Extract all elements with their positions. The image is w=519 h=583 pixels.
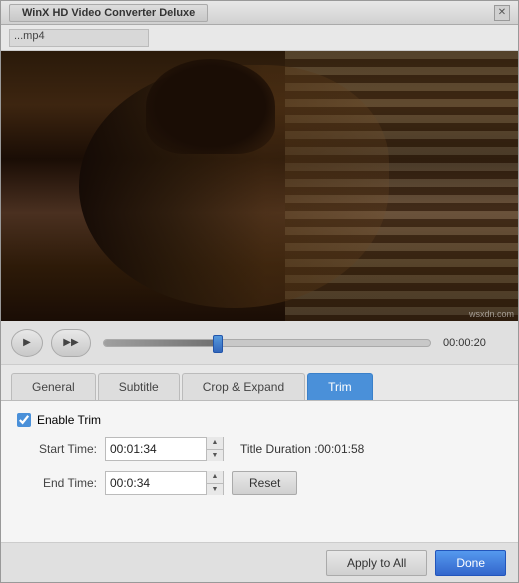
- tabs-bar: General Subtitle Crop & Expand Trim: [1, 365, 518, 401]
- title-duration-label: Title Duration :: [240, 442, 318, 456]
- seek-thumb[interactable]: [213, 335, 223, 353]
- content-area: Enable Trim Start Time: ▲ ▼ Title Durati…: [1, 401, 518, 542]
- start-time-label: Start Time:: [17, 442, 97, 456]
- enable-trim-label: Enable Trim: [37, 413, 101, 427]
- video-preview: wsxdn.com: [1, 51, 518, 321]
- start-time-input-wrapper[interactable]: ▲ ▼: [105, 437, 224, 461]
- bottom-bar: Apply to All Done: [1, 542, 518, 582]
- enable-trim-row: Enable Trim: [17, 413, 502, 427]
- main-window: WinX HD Video Converter Deluxe ✕ ...mp4 …: [0, 0, 519, 583]
- title-duration-text: Title Duration :00:01:58: [240, 442, 364, 456]
- fast-forward-button[interactable]: ▶▶: [51, 329, 91, 357]
- close-button[interactable]: ✕: [494, 5, 510, 21]
- start-time-input[interactable]: [106, 438, 206, 460]
- tab-general[interactable]: General: [11, 373, 96, 400]
- title-duration-value: 00:01:58: [318, 442, 365, 456]
- watermark: wsxdn.com: [469, 309, 514, 319]
- end-time-row: End Time: ▲ ▼ Reset: [17, 471, 502, 495]
- file-path-display: ...mp4: [9, 29, 149, 47]
- enable-trim-checkbox[interactable]: [17, 413, 31, 427]
- tab-subtitle[interactable]: Subtitle: [98, 373, 180, 400]
- reset-button[interactable]: Reset: [232, 471, 297, 495]
- play-icon: ▶: [23, 337, 31, 348]
- seek-bar[interactable]: [103, 339, 431, 347]
- tab-crop-expand[interactable]: Crop & Expand: [182, 373, 305, 400]
- start-time-up-button[interactable]: ▲: [207, 437, 223, 450]
- time-display: 00:00:20: [443, 337, 508, 349]
- apply-to-all-button[interactable]: Apply to All: [326, 550, 427, 576]
- file-bar: ...mp4: [1, 25, 518, 51]
- tab-trim[interactable]: Trim: [307, 373, 373, 400]
- end-time-label: End Time:: [17, 476, 97, 490]
- start-time-down-button[interactable]: ▼: [207, 450, 223, 462]
- done-button[interactable]: Done: [435, 550, 506, 576]
- end-time-spinners: ▲ ▼: [206, 471, 223, 495]
- title-bar-text: WinX HD Video Converter Deluxe: [9, 4, 208, 22]
- end-time-down-button[interactable]: ▼: [207, 484, 223, 496]
- start-time-spinners: ▲ ▼: [206, 437, 223, 461]
- end-time-input[interactable]: [106, 472, 206, 494]
- title-bar: WinX HD Video Converter Deluxe ✕: [1, 1, 518, 25]
- playback-bar: ▶ ▶▶ 00:00:20: [1, 321, 518, 365]
- start-time-row: Start Time: ▲ ▼ Title Duration :00:01:58: [17, 437, 502, 461]
- play-button[interactable]: ▶: [11, 329, 43, 357]
- ff-icon: ▶▶: [63, 337, 78, 348]
- end-time-input-wrapper[interactable]: ▲ ▼: [105, 471, 224, 495]
- seek-fill: [104, 340, 218, 346]
- end-time-up-button[interactable]: ▲: [207, 471, 223, 484]
